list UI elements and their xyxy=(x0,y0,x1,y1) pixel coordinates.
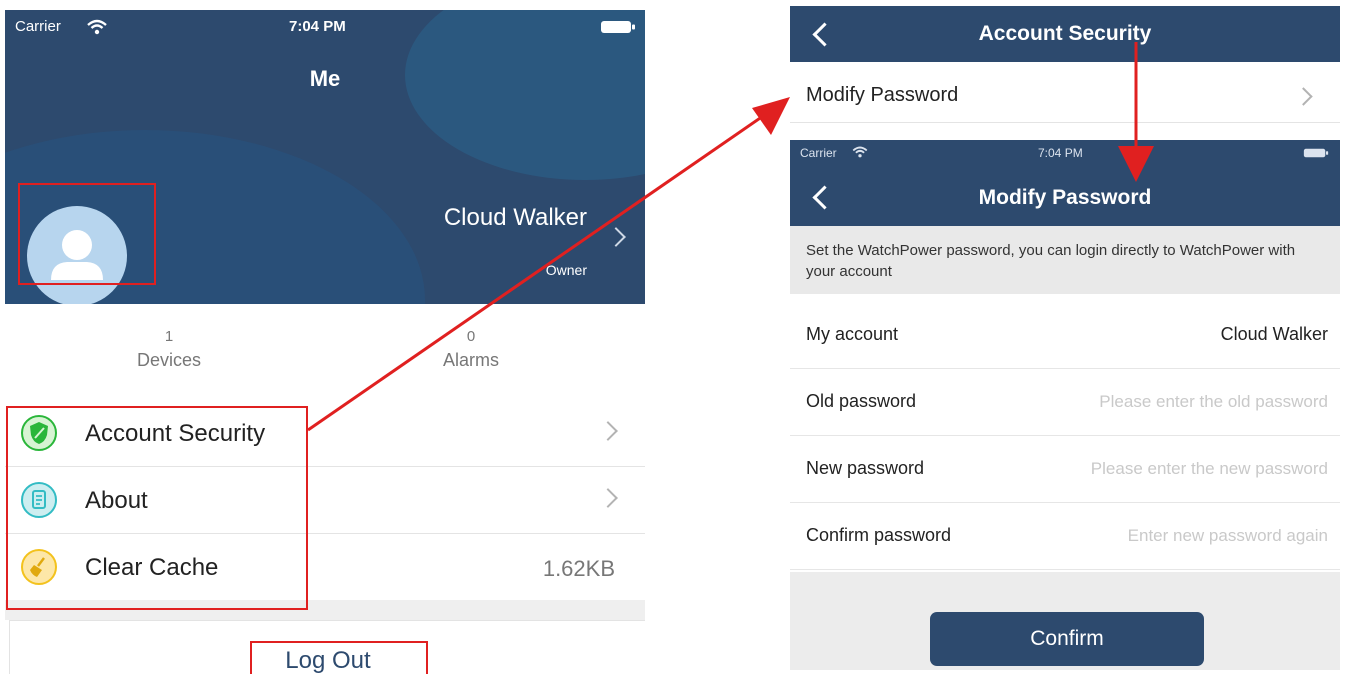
arrow-head xyxy=(1118,146,1154,182)
arrow-line xyxy=(307,112,767,432)
arrow-head xyxy=(752,97,790,135)
annotation-arrows xyxy=(307,42,1154,432)
